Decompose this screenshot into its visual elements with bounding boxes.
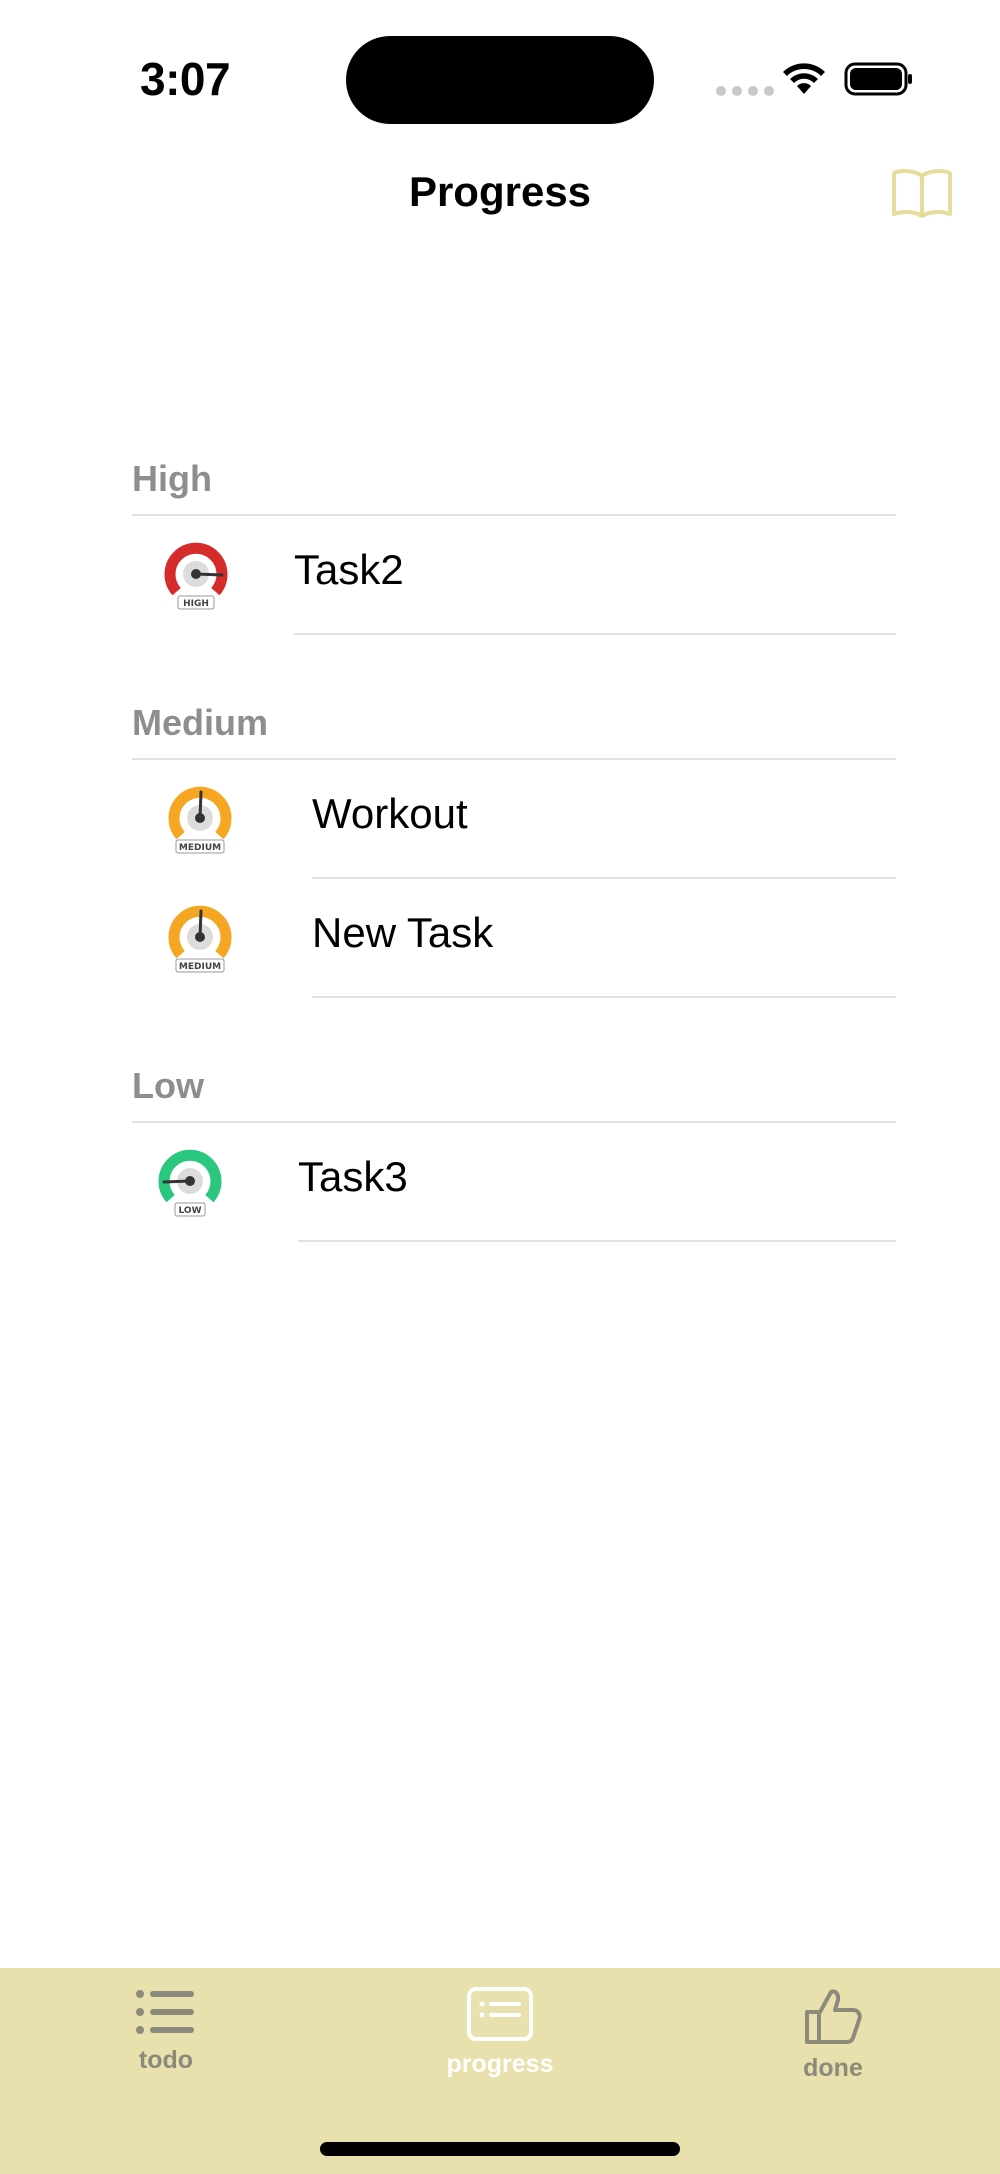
priority-badge: HIGH — [183, 599, 209, 609]
list-icon — [136, 1990, 194, 2034]
tab-label: todo — [138, 2046, 194, 2074]
battery-icon — [844, 62, 912, 96]
task-label: Task2 — [294, 546, 404, 593]
task-label: New Task — [312, 909, 494, 956]
task-label: Task3 — [298, 1153, 408, 1200]
tab-label: progress — [446, 2050, 554, 2078]
tab-progress[interactable]: progress — [400, 1968, 600, 2108]
section-header-high: High — [132, 458, 212, 499]
status-bar: 3:07 — [0, 0, 1000, 160]
priority-badge: MEDIUM — [179, 843, 221, 853]
row-divider — [294, 633, 896, 635]
row-divider — [298, 1240, 896, 1242]
gauge-high-icon: HIGH — [164, 542, 228, 610]
tab-label: done — [803, 2054, 863, 2082]
gauge-medium-icon: MEDIUM — [168, 786, 232, 854]
gauge-medium-icon: MEDIUM — [168, 905, 232, 973]
tab-done[interactable]: done — [733, 1968, 933, 2108]
row-divider — [312, 996, 896, 998]
list-item[interactable]: LOW Task3 — [132, 1123, 896, 1241]
wifi-icon — [783, 63, 825, 94]
cellular-signal-icon — [716, 86, 774, 96]
list-item[interactable]: MEDIUM Workout — [132, 760, 896, 878]
list-item[interactable]: MEDIUM New Task — [132, 879, 896, 997]
book-icon[interactable] — [890, 166, 954, 220]
list-item[interactable]: HIGH Task2 — [132, 516, 896, 634]
section-header-low: Low — [132, 1065, 204, 1106]
section-header-medium: Medium — [132, 702, 269, 743]
thumbs-up-icon — [805, 1989, 862, 2044]
dynamic-island — [346, 36, 654, 124]
card-list-icon — [467, 1987, 533, 2041]
tab-todo[interactable]: todo — [66, 1968, 266, 2108]
task-label: Workout — [312, 790, 468, 837]
gauge-low-icon: LOW — [158, 1149, 222, 1217]
priority-badge: LOW — [179, 1206, 202, 1216]
page-title: Progress — [408, 168, 592, 215]
status-time: 3:07 — [140, 53, 231, 105]
priority-badge: MEDIUM — [179, 962, 221, 972]
home-indicator — [320, 2142, 680, 2156]
